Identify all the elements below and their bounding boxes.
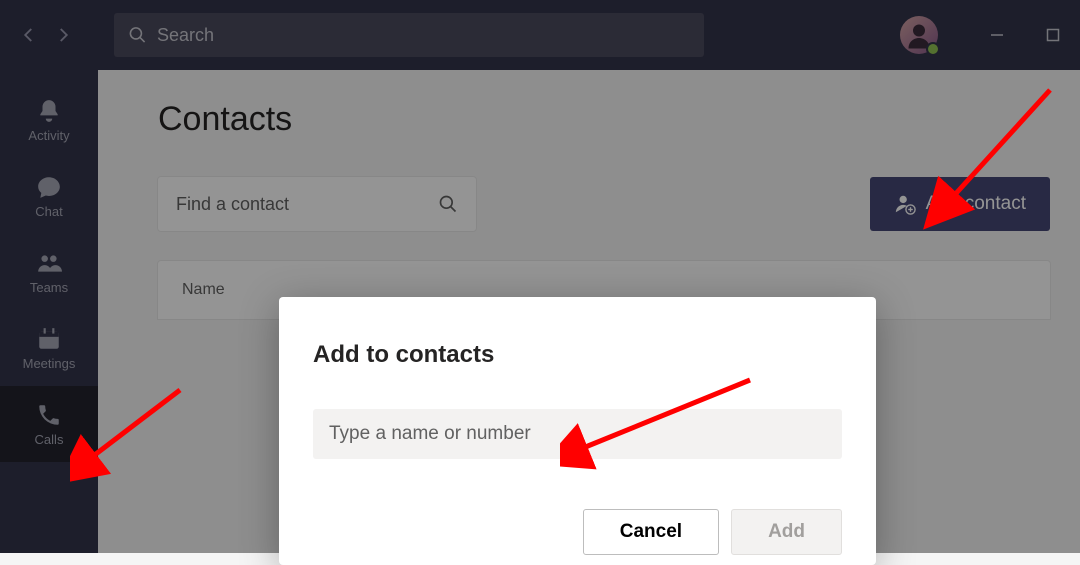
modal-actions: Cancel Add bbox=[313, 509, 842, 565]
add-to-contacts-modal: Add to contacts Cancel Add bbox=[279, 297, 876, 565]
modal-title: Add to contacts bbox=[313, 341, 842, 369]
add-button[interactable]: Add bbox=[731, 509, 842, 555]
contact-name-input[interactable] bbox=[313, 409, 842, 459]
cancel-button[interactable]: Cancel bbox=[583, 509, 719, 555]
